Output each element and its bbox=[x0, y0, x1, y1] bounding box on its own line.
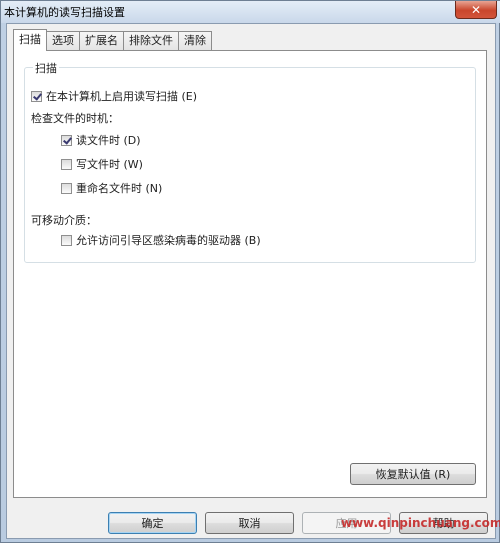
tab-strip: 扫描 选项 扩展名 排除文件 清除 bbox=[13, 29, 212, 51]
tab-options[interactable]: 选项 bbox=[46, 31, 80, 51]
cancel-button[interactable]: 取消 bbox=[205, 512, 294, 534]
boot-checkbox[interactable] bbox=[61, 234, 72, 246]
enable-scan-label: 在本计算机上启用读写扫描 (E) bbox=[46, 90, 198, 103]
tab-exclusions[interactable]: 排除文件 bbox=[123, 31, 179, 51]
removable-heading: 可移动介质： bbox=[31, 214, 97, 227]
window-title: 本计算机的读写扫描设置 bbox=[4, 6, 125, 19]
scan-group-title: 扫描 bbox=[33, 60, 59, 76]
rename-label: 重命名文件时 (N) bbox=[76, 182, 163, 195]
rename-checkbox[interactable] bbox=[61, 182, 72, 194]
close-button[interactable]: ✕ bbox=[455, 1, 497, 19]
watermark-text: www.qinpinchuang.com bbox=[341, 516, 500, 530]
write-label: 写文件时 (W) bbox=[76, 158, 143, 171]
write-option[interactable]: 写文件时 (W) bbox=[61, 156, 143, 172]
read-label: 读文件时 (D) bbox=[76, 134, 141, 147]
dialog-body: 扫描 选项 扩展名 排除文件 清除 扫描 在本计算机上启用读写扫描 (E) 检查… bbox=[6, 23, 496, 539]
read-checkbox[interactable] bbox=[61, 134, 72, 146]
close-icon: ✕ bbox=[470, 2, 482, 17]
write-checkbox[interactable] bbox=[61, 158, 72, 170]
scan-tab-panel: 扫描 在本计算机上启用读写扫描 (E) 检查文件的时机： 读文件时 (D) 写文… bbox=[13, 50, 487, 498]
boot-option[interactable]: 允许访问引导区感染病毒的驱动器 (B) bbox=[61, 232, 261, 248]
tab-scan[interactable]: 扫描 bbox=[13, 29, 47, 51]
tab-clean[interactable]: 清除 bbox=[178, 31, 212, 51]
restore-defaults-button[interactable]: 恢复默认值 (R) bbox=[350, 463, 476, 485]
enable-scan-option[interactable]: 在本计算机上启用读写扫描 (E) bbox=[31, 88, 197, 104]
removable-heading-row: 可移动介质： bbox=[31, 212, 97, 228]
scan-group: 扫描 在本计算机上启用读写扫描 (E) 检查文件的时机： 读文件时 (D) 写文… bbox=[24, 60, 476, 263]
ok-button[interactable]: 确定 bbox=[108, 512, 197, 534]
tab-extensions[interactable]: 扩展名 bbox=[79, 31, 124, 51]
dialog-window: 本计算机的读写扫描设置 ✕ 扫描 选项 扩展名 排除文件 清除 扫描 在本计算机… bbox=[0, 0, 500, 543]
timing-heading: 检查文件的时机： bbox=[31, 112, 119, 125]
enable-scan-checkbox[interactable] bbox=[31, 90, 42, 102]
title-bar[interactable]: 本计算机的读写扫描设置 ✕ bbox=[1, 1, 500, 23]
boot-label: 允许访问引导区感染病毒的驱动器 (B) bbox=[76, 234, 261, 247]
read-option[interactable]: 读文件时 (D) bbox=[61, 132, 141, 148]
timing-heading-row: 检查文件的时机： bbox=[31, 110, 119, 126]
rename-option[interactable]: 重命名文件时 (N) bbox=[61, 180, 162, 196]
